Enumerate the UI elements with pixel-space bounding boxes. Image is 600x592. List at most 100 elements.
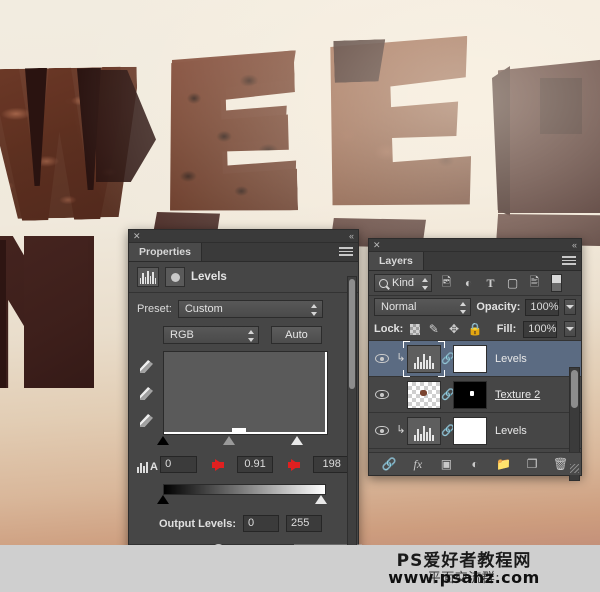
input-levels-row: A 0 0.91 198 xyxy=(129,448,358,473)
properties-panel[interactable]: ✕ « Properties Levels Preset: Custom RGB… xyxy=(128,229,399,570)
gamma-slider-knob[interactable] xyxy=(223,436,235,445)
filter-shape-icon[interactable]: ▢ xyxy=(505,276,520,291)
layer-visibility-toggle[interactable] xyxy=(369,390,395,399)
shadow-slider-knob[interactable] xyxy=(157,436,169,445)
letter-n-bar xyxy=(24,236,88,388)
layers-title-bar: ✕ « xyxy=(369,239,581,252)
output-black-knob[interactable] xyxy=(157,495,169,504)
layers-tab-row: Layers xyxy=(369,252,581,271)
layer-mask-thumbnail[interactable] xyxy=(453,344,487,373)
layer-mask-thumbnail[interactable] xyxy=(453,416,487,445)
input-levels-slider[interactable] xyxy=(157,436,328,448)
layer-style-fx-icon[interactable]: fx xyxy=(409,455,427,473)
new-adjustment-icon[interactable]: ◐ xyxy=(466,455,484,473)
layer-visibility-toggle[interactable] xyxy=(369,426,395,435)
close-icon[interactable]: ✕ xyxy=(373,240,381,251)
levels-adjustment-header: Levels xyxy=(129,262,358,292)
layers-scrollbar-thumb[interactable] xyxy=(571,370,578,408)
add-mask-icon[interactable]: ▣ xyxy=(437,455,455,473)
auto-button[interactable]: Auto xyxy=(271,326,322,344)
red-arrow-2-icon xyxy=(288,458,301,471)
layer-name[interactable]: Levels xyxy=(495,353,527,365)
layer-name[interactable]: Texture 2 xyxy=(495,389,540,401)
layer-thumbnail-pixel[interactable] xyxy=(407,380,441,409)
set-gray-point-eyedropper[interactable] xyxy=(137,384,155,404)
panel-menu-icon[interactable] xyxy=(339,247,353,258)
chevron-updown-icon xyxy=(311,304,318,316)
fill-field[interactable]: 100% xyxy=(523,320,558,338)
layer-visibility-toggle[interactable] xyxy=(369,354,395,363)
lock-all-icon[interactable]: 🔒 xyxy=(468,322,483,337)
set-white-point-eyedropper[interactable] xyxy=(137,411,155,431)
chevron-updown-icon xyxy=(459,302,466,314)
mask-circle-icon[interactable] xyxy=(165,267,185,287)
letter-e-chunks-body xyxy=(164,50,300,215)
channel-dropdown[interactable]: RGB xyxy=(163,326,259,344)
fill-scrubber-icon[interactable] xyxy=(564,321,577,337)
blend-mode-dropdown[interactable]: Normal xyxy=(374,298,472,316)
filter-type-icon[interactable]: T xyxy=(483,276,498,291)
delete-layer-trash-icon[interactable]: 🗑 xyxy=(552,455,570,473)
input-highlight-field[interactable]: 198 xyxy=(313,456,351,473)
black-white-gradient xyxy=(163,484,326,495)
lock-transparent-icon[interactable] xyxy=(410,323,421,335)
adjustment-title: Levels xyxy=(191,271,227,283)
mask-link-icon[interactable]: 🔗 xyxy=(441,388,455,401)
output-black-field[interactable]: 0 xyxy=(243,515,280,532)
collapse-icon[interactable]: « xyxy=(349,231,354,242)
preset-row: Preset: Custom xyxy=(129,293,358,318)
highlight-slider-knob[interactable] xyxy=(291,436,303,445)
lock-position-icon[interactable]: ✥ xyxy=(447,322,460,337)
layer-row-levels-top[interactable]: ↳ 🔗 Levels xyxy=(369,340,581,377)
tab-layers[interactable]: Layers xyxy=(369,252,424,270)
opacity-scrubber-icon[interactable] xyxy=(564,299,576,315)
input-levels-icon: A xyxy=(137,457,160,473)
selection-corner-box xyxy=(403,340,445,377)
output-white-field[interactable]: 255 xyxy=(286,515,323,532)
preset-dropdown[interactable]: Custom xyxy=(177,300,323,318)
filter-adjustment-icon[interactable]: ◐ xyxy=(461,276,476,291)
link-layers-icon[interactable]: 🔗 xyxy=(380,455,398,473)
levels-histogram-icon[interactable] xyxy=(137,267,159,287)
layers-panel[interactable]: ✕ « Layers Kind 🖻 ◐ T ▢ 🖹 Normal Opacity… xyxy=(368,238,582,481)
filter-kind-dropdown[interactable]: Kind xyxy=(374,274,432,292)
watermark-strip: PS爱好者教程网 平面交流群: www.psahz.com xyxy=(0,545,600,592)
eyedropper-group xyxy=(137,351,163,431)
close-icon[interactable]: ✕ xyxy=(133,231,141,242)
histogram-row xyxy=(129,344,358,435)
layer-thumbnail-adjustment[interactable] xyxy=(403,340,445,377)
levels-histogram[interactable] xyxy=(163,351,328,435)
lock-image-icon[interactable]: ✎ xyxy=(427,322,440,337)
layer-name[interactable]: Levels xyxy=(495,425,527,437)
red-arrow-1-icon xyxy=(211,458,224,471)
new-layer-icon[interactable]: ❐ xyxy=(523,455,541,473)
layer-thumbnail-adjustment[interactable] xyxy=(407,416,441,445)
output-white-knob[interactable] xyxy=(315,495,327,504)
input-gamma-field[interactable]: 0.91 xyxy=(236,456,274,473)
new-group-folder-icon[interactable]: 📁 xyxy=(495,455,513,473)
letter-e-brownie-corner xyxy=(333,39,386,83)
chevron-updown-icon xyxy=(247,330,254,342)
channel-row: RGB Auto xyxy=(129,318,358,344)
properties-scrollbar-thumb[interactable] xyxy=(349,279,355,389)
input-shadow-field[interactable]: 0 xyxy=(160,456,197,473)
layers-footer: 🔗 fx ▣ ◐ 📁 ❐ 🗑 xyxy=(369,452,581,475)
set-black-point-eyedropper[interactable] xyxy=(137,357,155,377)
panel-menu-icon[interactable] xyxy=(562,256,576,267)
chevron-updown-icon xyxy=(421,278,428,290)
output-levels-slider[interactable] xyxy=(157,495,327,507)
tab-properties[interactable]: Properties xyxy=(129,243,202,261)
opacity-field[interactable]: 100% xyxy=(525,298,560,316)
letter-n-shadow xyxy=(0,240,6,388)
properties-scrollbar[interactable] xyxy=(347,276,357,546)
filter-toggle-switch[interactable] xyxy=(551,274,562,292)
layers-resize-grip[interactable] xyxy=(570,464,579,473)
fill-label: Fill: xyxy=(496,323,517,335)
mask-link-icon[interactable]: 🔗 xyxy=(441,424,455,437)
collapse-icon[interactable]: « xyxy=(572,240,577,251)
layer-row-levels-bottom[interactable]: ↳ 🔗 Levels xyxy=(369,413,581,449)
layer-row-texture-2[interactable]: 🔗 Texture 2 xyxy=(369,377,581,413)
filter-smart-object-icon[interactable]: 🖹 xyxy=(527,275,542,291)
layer-mask-thumbnail[interactable] xyxy=(453,380,487,409)
filter-pixel-icon[interactable]: 🖻 xyxy=(439,275,454,291)
